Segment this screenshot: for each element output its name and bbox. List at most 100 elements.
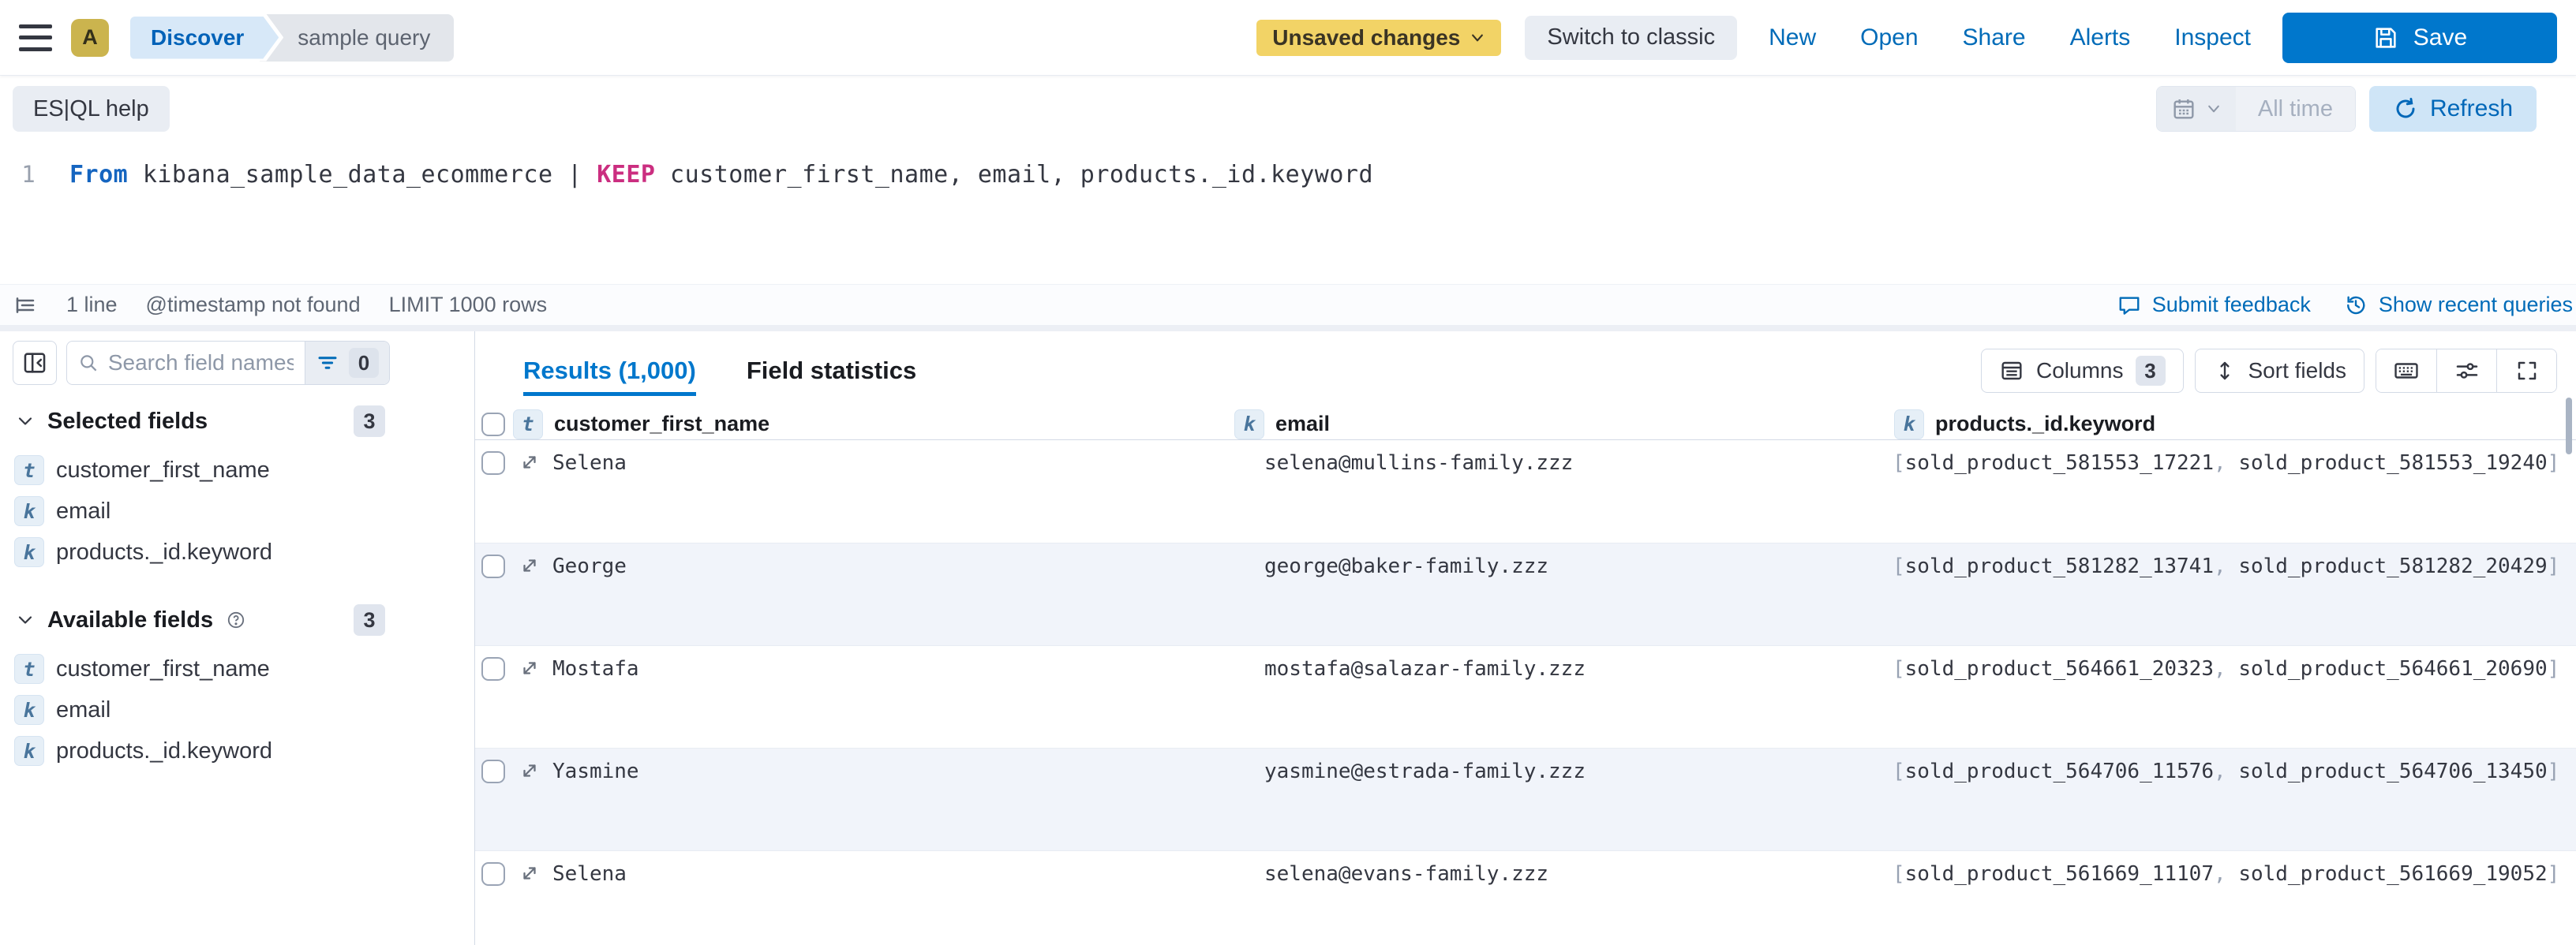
field-item[interactable]: k email — [13, 491, 474, 532]
row-checkbox[interactable] — [481, 862, 505, 886]
history-icon — [2346, 296, 2365, 314]
submit-feedback-link[interactable]: Submit feedback — [2117, 293, 2311, 317]
section-title: Available fields — [47, 607, 214, 633]
row-checkbox[interactable] — [481, 555, 505, 578]
table-row: Selena selena@evans-family.zzz [sold_produ… — [475, 850, 2576, 945]
columns-button[interactable]: Columns 3 — [1981, 349, 2184, 393]
breadcrumb-app[interactable]: Discover — [130, 17, 279, 59]
top-nav-link-inspect[interactable]: Inspect — [2174, 24, 2251, 51]
field-type-k-badge: k — [1234, 409, 1264, 439]
help-icon[interactable] — [226, 610, 246, 630]
keyboard-shortcuts-button[interactable] — [2376, 349, 2436, 392]
columns-icon — [2001, 361, 2022, 380]
selected-fields-section: Selected fields 3 t customer_first_namek e… — [13, 405, 474, 573]
refresh-button[interactable]: Refresh — [2368, 86, 2537, 132]
refresh-label: Refresh — [2429, 95, 2513, 121]
search-input[interactable] — [107, 350, 294, 375]
row-checkbox[interactable] — [481, 451, 505, 475]
top-nav-link-new[interactable]: New — [1769, 24, 1816, 51]
cell-email: george@baker-family.zzz — [1264, 555, 1549, 578]
cell-email: yasmine@estrada-family.zzz — [1264, 760, 1586, 783]
field-item[interactable]: t customer_first_name — [13, 648, 474, 689]
section-count-badge: 3 — [354, 604, 385, 636]
unsaved-changes-badge[interactable]: Unsaved changes — [1256, 19, 1502, 56]
time-range-value[interactable]: All time — [2235, 87, 2355, 131]
row-checkbox[interactable] — [481, 657, 505, 681]
filter-icon — [318, 357, 337, 369]
expand-document-icon[interactable] — [519, 760, 540, 781]
cell-customer-first-name: George — [552, 555, 627, 578]
filter-count-badge: 0 — [349, 348, 379, 378]
field-item[interactable]: k products._id.keyword — [13, 730, 474, 771]
columns-label: Columns — [2036, 358, 2124, 383]
expand-document-icon[interactable] — [519, 555, 540, 576]
collapse-sidebar-button[interactable] — [13, 341, 57, 385]
sort-fields-button[interactable]: Sort fields — [2194, 349, 2364, 393]
vertical-scrollbar[interactable] — [2566, 398, 2572, 454]
field-name: customer_first_name — [56, 656, 270, 682]
cell-products-id: [sold_product_561669_11107, sold_product… — [1893, 862, 2560, 886]
field-filter-button[interactable]: 0 — [305, 342, 389, 384]
top-nav-link-open[interactable]: Open — [1860, 24, 1918, 51]
show-recent-queries-link[interactable]: Show recent queries — [2344, 293, 2573, 317]
field-item[interactable]: k products._id.keyword — [13, 532, 474, 573]
product-id-value: sold_product_581553_17221 — [1904, 451, 2214, 475]
field-type-t-badge: t — [14, 455, 44, 485]
tab-results[interactable]: Results (1,000) — [523, 342, 696, 399]
table-row: Selena selena@mullins-family.zzz [sold_pro… — [475, 440, 2576, 543]
available-fields-header[interactable]: Available fields 3 — [13, 604, 385, 636]
line-count: 1 line — [66, 293, 118, 316]
product-id-value: sold_product_581553_19240 — [2238, 451, 2548, 475]
fullscreen-button[interactable] — [2496, 349, 2556, 392]
feedback-icon — [2119, 296, 2140, 315]
editor-footer: 1 line @timestamp not found LIMIT 1000 r… — [0, 284, 2576, 325]
field-name: email — [56, 697, 111, 723]
cell-products-id: [sold_product_581282_13741, sold_product… — [1893, 555, 2560, 578]
expand-document-icon[interactable] — [519, 452, 540, 472]
column-header-email[interactable]: k email — [1225, 409, 1888, 439]
cell-customer-first-name: Mostafa — [552, 657, 639, 681]
expand-document-icon[interactable] — [519, 863, 540, 883]
field-name: customer_first_name — [56, 457, 270, 483]
field-item[interactable]: t customer_first_name — [13, 450, 474, 491]
product-id-value: sold_product_564661_20323 — [1904, 657, 2214, 681]
display-options-button[interactable] — [2436, 349, 2496, 392]
field-type-k-badge: k — [1894, 409, 1924, 439]
limit-status: LIMIT 1000 rows — [388, 293, 548, 316]
tab-field-statistics[interactable]: Field statistics — [747, 342, 916, 399]
field-item[interactable]: k email — [13, 689, 474, 730]
save-button[interactable]: Save — [2282, 12, 2557, 63]
calendar-icon — [2174, 99, 2194, 119]
breadcrumb: Discover sample query — [128, 13, 455, 62]
switch-to-classic-button[interactable]: Switch to classic — [1525, 15, 1738, 60]
date-picker-button[interactable] — [2156, 87, 2236, 131]
column-header-products-id[interactable]: k products._id.keyword — [1888, 409, 2576, 439]
column-header-customer-first-name[interactable]: t customer_first_name — [513, 409, 1225, 439]
select-all-checkbox[interactable] — [481, 412, 505, 436]
fullscreen-icon — [2518, 361, 2536, 380]
refresh-icon — [2396, 98, 2415, 118]
esql-help-button[interactable]: ES|QL help — [13, 86, 170, 132]
esql-editor[interactable]: 1 From kibana_sample_data_ecommerce | KE… — [0, 142, 2576, 284]
top-nav-link-share[interactable]: Share — [1963, 24, 2026, 51]
product-id-value: sold_product_581282_13741 — [1904, 555, 2214, 578]
space-avatar[interactable]: A — [71, 18, 109, 57]
cell-customer-first-name: Selena — [552, 862, 627, 886]
row-checkbox[interactable] — [481, 760, 505, 783]
separator — [0, 325, 2576, 331]
query-token-pipe: | — [567, 161, 597, 189]
columns-count-badge: 3 — [2135, 356, 2166, 386]
selected-fields-header[interactable]: Selected fields 3 — [13, 405, 385, 437]
sort-icon — [2219, 361, 2230, 380]
product-id-value: sold_product_561669_11107 — [1904, 862, 2214, 886]
table-row: Mostafa mostafa@salazar-family.zzz [sold_p… — [475, 645, 2576, 748]
cell-email: mostafa@salazar-family.zzz — [1264, 657, 1586, 681]
top-nav-link-alerts[interactable]: Alerts — [2070, 24, 2131, 51]
expand-document-icon[interactable] — [519, 658, 540, 678]
field-name: products._id.keyword — [56, 738, 273, 764]
editor-lines-icon — [16, 297, 35, 313]
field-type-t-badge: t — [513, 409, 543, 439]
menu-icon[interactable] — [19, 24, 52, 51]
section-count-badge: 3 — [354, 405, 385, 437]
column-header-label: products._id.keyword — [1935, 412, 2156, 435]
